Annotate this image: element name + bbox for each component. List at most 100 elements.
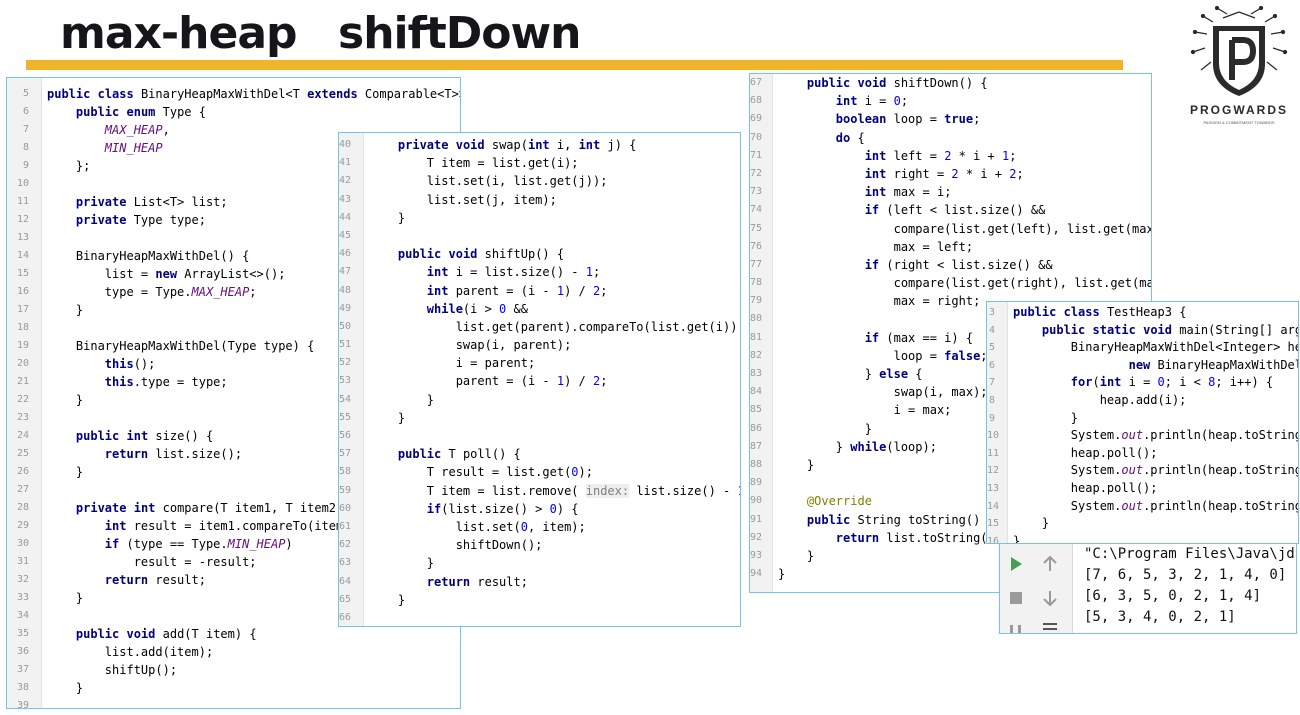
code-text[interactable]: public enum Type {: [47, 103, 206, 121]
code-text[interactable]: public void shiftUp() {: [369, 245, 564, 263]
code-text[interactable]: max = right;: [778, 292, 981, 310]
line-number: 45: [339, 229, 352, 241]
code-text[interactable]: }: [369, 591, 405, 609]
code-text[interactable]: BinaryHeapMaxWithDel() {: [47, 247, 249, 265]
code-text[interactable]: }: [47, 463, 83, 481]
code-text[interactable]: int result = item1.compareTo(item2);: [47, 517, 365, 535]
code-text[interactable]: }: [778, 565, 785, 583]
code-text[interactable]: int i = 0;: [778, 92, 908, 110]
code-text[interactable]: } else {: [778, 365, 923, 383]
run-icon[interactable]: [1006, 554, 1026, 574]
code-text[interactable]: int max = i;: [778, 183, 952, 201]
code-text[interactable]: list.set(j, item);: [369, 191, 557, 209]
code-text[interactable]: }: [1013, 410, 1078, 428]
code-text[interactable]: public T poll() {: [369, 445, 521, 463]
code-text[interactable]: if (max == i) {: [778, 329, 973, 347]
code-text[interactable]: heap.poll();: [1013, 445, 1158, 463]
code-text[interactable]: parent = (i - 1) / 2;: [369, 372, 608, 390]
code-text[interactable]: if (left < list.size() &&: [778, 201, 1046, 219]
code-text[interactable]: }: [47, 301, 83, 319]
code-text[interactable]: BinaryHeapMaxWithDel<Integer> heap =: [1013, 339, 1298, 357]
soft-wrap-icon[interactable]: [1040, 620, 1060, 634]
code-text[interactable]: MIN_HEAP: [47, 139, 163, 157]
code-text[interactable]: loop = false;: [778, 347, 988, 365]
code-text[interactable]: do {: [778, 129, 865, 147]
code-text[interactable]: type = Type.MAX_HEAP;: [47, 283, 257, 301]
code-text[interactable]: private int compare(T item1, T item2) {: [47, 499, 358, 517]
stop-icon[interactable]: [1006, 588, 1026, 608]
code-text[interactable]: shiftDown();: [369, 536, 543, 554]
code-text[interactable]: list.set(0, item);: [369, 518, 586, 536]
code-text[interactable]: int left = 2 * i + 1;: [778, 147, 1017, 165]
code-text[interactable]: compare(list.get(right), list.get(max)) …: [778, 274, 1151, 292]
code-text[interactable]: list = new ArrayList<>();: [47, 265, 286, 283]
code-text[interactable]: }: [369, 391, 434, 409]
code-text[interactable]: list.set(i, list.get(j));: [369, 172, 608, 190]
code-text[interactable]: T item = list.remove( index: list.size()…: [369, 482, 740, 500]
code-text[interactable]: heap.add(i);: [1013, 392, 1187, 410]
code-text[interactable]: int parent = (i - 1) / 2;: [369, 282, 608, 300]
code-text[interactable]: compare(list.get(left), list.get(max)) >…: [778, 220, 1151, 238]
code-text[interactable]: swap(i, parent);: [369, 336, 572, 354]
code-text[interactable]: list.get(parent).compareTo(list.get(i)) …: [369, 318, 740, 336]
code-text[interactable]: while(i > 0 &&: [369, 300, 528, 318]
code-text[interactable]: }: [47, 391, 83, 409]
code-text[interactable]: heap.poll();: [1013, 480, 1158, 498]
code-text[interactable]: T result = list.get(0);: [369, 463, 593, 481]
code-text[interactable]: if (type == Type.MIN_HEAP): [47, 535, 293, 553]
code-text[interactable]: System.out.println(heap.toString());: [1013, 498, 1298, 516]
code-text[interactable]: }: [369, 554, 434, 572]
code-text[interactable]: private Type type;: [47, 211, 206, 229]
code-text[interactable]: int i = list.size() - 1;: [369, 263, 600, 281]
code-text[interactable]: }: [369, 209, 405, 227]
code-text[interactable]: i = max;: [778, 401, 952, 419]
pause-icon[interactable]: [1006, 622, 1026, 634]
code-text[interactable]: }: [47, 589, 83, 607]
code-text[interactable]: private void swap(int i, int j) {: [369, 136, 636, 154]
code-text[interactable]: new BinaryHeapMaxWithDel<>();: [1013, 357, 1298, 375]
code-text[interactable]: @Override: [778, 492, 872, 510]
code-text[interactable]: }: [778, 547, 814, 565]
code-text[interactable]: public void shiftDown() {: [778, 74, 988, 92]
code-text[interactable]: System.out.println(heap.toString());: [1013, 462, 1298, 480]
code-text[interactable]: System.out.println(heap.toString());: [1013, 427, 1298, 445]
code-text[interactable]: public class BinaryHeapMaxWithDel<T exte…: [47, 85, 460, 103]
code-text[interactable]: this();: [47, 355, 156, 373]
code-text[interactable]: MAX_HEAP,: [47, 121, 170, 139]
code-text[interactable]: public int size() {: [47, 427, 213, 445]
code-text[interactable]: }: [1013, 515, 1049, 533]
code-text[interactable]: } while(loop);: [778, 438, 937, 456]
scroll-up-icon[interactable]: [1040, 554, 1060, 574]
code-text[interactable]: public void add(T item) {: [47, 625, 257, 643]
code-text[interactable]: list.add(item);: [47, 643, 213, 661]
code-text[interactable]: if(list.size() > 0) {: [369, 500, 579, 518]
code-text[interactable]: if (right < list.size() &&: [778, 256, 1053, 274]
code-text[interactable]: this.type = type;: [47, 373, 228, 391]
code-text[interactable]: swap(i, max);: [778, 383, 988, 401]
code-line: 35 public void add(T item) {: [7, 625, 460, 643]
scroll-down-icon[interactable]: [1040, 588, 1060, 608]
code-text[interactable]: public class TestHeap3 {: [1013, 304, 1186, 322]
code-text[interactable]: return result;: [369, 573, 528, 591]
code-text[interactable]: BinaryHeapMaxWithDel(Type type) {: [47, 337, 314, 355]
code-text[interactable]: public static void main(String[] args) {: [1013, 322, 1298, 340]
code-text[interactable]: T item = list.get(i);: [369, 154, 579, 172]
code-text[interactable]: return list.toString();: [778, 529, 1002, 547]
code-text[interactable]: return list.size();: [47, 445, 242, 463]
code-text[interactable]: }: [47, 679, 83, 697]
code-text[interactable]: public String toString() {: [778, 511, 995, 529]
code-text[interactable]: }: [778, 420, 872, 438]
code-text[interactable]: shiftUp();: [47, 661, 177, 679]
code-text[interactable]: boolean loop = true;: [778, 110, 981, 128]
code-line: 41 T item = list.get(i);: [339, 154, 740, 172]
code-text[interactable]: }: [369, 409, 405, 427]
code-text[interactable]: private List<T> list;: [47, 193, 228, 211]
code-text[interactable]: }: [778, 456, 814, 474]
code-text[interactable]: };: [47, 157, 90, 175]
code-text[interactable]: result = -result;: [47, 553, 257, 571]
code-text[interactable]: return result;: [47, 571, 206, 589]
code-text[interactable]: i = parent;: [369, 354, 535, 372]
code-text[interactable]: int right = 2 * i + 2;: [778, 165, 1024, 183]
code-text[interactable]: max = left;: [778, 238, 973, 256]
code-text[interactable]: for(int i = 0; i < 8; i++) {: [1013, 374, 1273, 392]
